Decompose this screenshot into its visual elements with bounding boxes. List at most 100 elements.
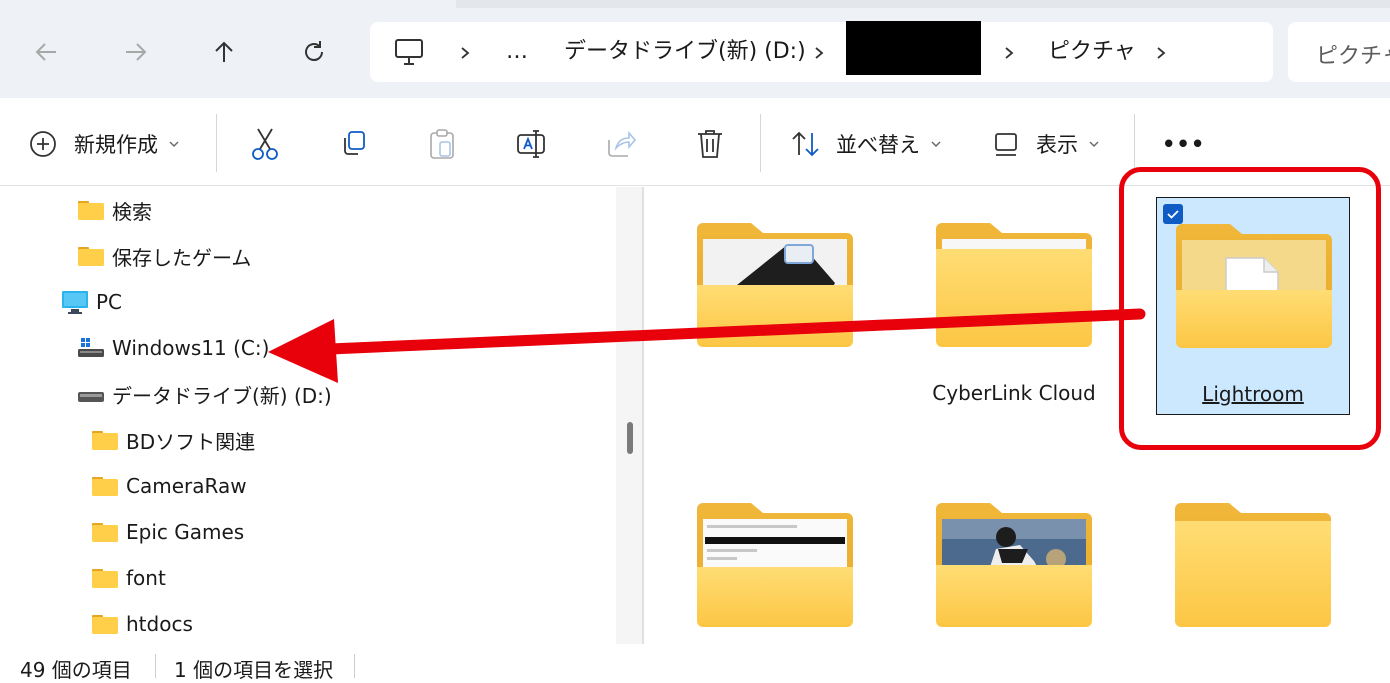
chevron-down-icon bbox=[931, 141, 941, 147]
nav-item-htdocs[interactable]: htdocs bbox=[92, 609, 193, 639]
share-icon bbox=[608, 130, 636, 157]
clipboard-icon bbox=[430, 129, 454, 159]
windows-drive-icon bbox=[78, 338, 104, 357]
nav-item-saved-games[interactable]: 保存したゲーム bbox=[78, 241, 251, 271]
rename-button[interactable] bbox=[516, 124, 548, 164]
breadcrumb-overflow[interactable]: … bbox=[506, 38, 528, 66]
chevron-right-icon bbox=[815, 47, 824, 59]
folder-icon bbox=[936, 223, 1092, 347]
chevron-right-icon bbox=[1157, 47, 1166, 59]
nav-item-cameraraw[interactable]: CameraRaw bbox=[92, 471, 247, 501]
nav-item-label: Epic Games bbox=[126, 520, 245, 544]
folder-tile[interactable]: CyberLink Cloud bbox=[917, 197, 1111, 415]
divider bbox=[216, 114, 217, 172]
nav-item-search[interactable]: 検索 bbox=[78, 195, 152, 225]
nav-item-drive-c[interactable]: Windows11 (C:) bbox=[78, 333, 269, 363]
rename-icon bbox=[517, 130, 545, 158]
folder-tile[interactable] bbox=[1156, 477, 1350, 644]
folder-icon bbox=[92, 431, 118, 450]
arrow-up-icon bbox=[215, 41, 233, 62]
nav-item-label: 保存したゲーム bbox=[112, 245, 252, 270]
chevron-down-icon bbox=[1089, 141, 1099, 147]
chevron-right-icon bbox=[461, 47, 470, 59]
folder-icon bbox=[697, 503, 853, 627]
nav-scrollbar[interactable] bbox=[616, 187, 642, 644]
chevron-down-icon bbox=[169, 141, 179, 147]
folder-icon bbox=[936, 503, 1092, 627]
view-icon bbox=[995, 133, 1017, 156]
item-count: 49 個の項目 bbox=[20, 658, 132, 682]
sort-icon bbox=[792, 131, 819, 157]
view-label: 表示 bbox=[1036, 133, 1078, 157]
breadcrumb-pictures[interactable]: ピクチャ bbox=[1048, 38, 1136, 66]
scissors-icon bbox=[252, 128, 278, 160]
folder-icon bbox=[1175, 503, 1331, 627]
sort-button[interactable]: 並べ替え bbox=[790, 124, 942, 164]
up-button[interactable] bbox=[200, 26, 248, 78]
monitor-icon bbox=[395, 39, 423, 65]
search-input[interactable]: ピクチャ bbox=[1288, 22, 1390, 82]
drive-icon bbox=[78, 392, 104, 402]
folder-tile[interactable] bbox=[678, 477, 872, 644]
refresh-icon bbox=[305, 41, 323, 61]
nav-item-label: Windows11 (C:) bbox=[112, 336, 270, 360]
copy-icon bbox=[344, 131, 365, 155]
divider bbox=[354, 654, 355, 678]
nav-item-label: データドライブ(新) (D:) bbox=[112, 383, 332, 408]
nav-item-label: CameraRaw bbox=[126, 474, 247, 498]
pc-icon bbox=[62, 291, 88, 314]
new-button[interactable]: 新規作成 bbox=[28, 124, 180, 164]
trash-icon bbox=[698, 130, 722, 158]
more-label: ••• bbox=[1162, 132, 1206, 156]
nav-item-bd-software[interactable]: BDソフト関連 bbox=[92, 425, 255, 455]
selection-count: 1 個の項目を選択 bbox=[174, 658, 334, 682]
paste-button[interactable] bbox=[428, 124, 456, 164]
delete-button[interactable] bbox=[696, 124, 724, 164]
nav-scrollbar-thumb[interactable] bbox=[627, 422, 633, 454]
forward-button[interactable] bbox=[112, 26, 160, 78]
new-label: 新規作成 bbox=[74, 133, 158, 157]
breadcrumb[interactable]: … データドライブ(新) (D:) ピクチャ bbox=[370, 22, 1273, 82]
plus-circle-icon bbox=[30, 131, 56, 157]
nav-item-drive-d[interactable]: データドライブ(新) (D:) bbox=[78, 379, 332, 409]
chevron-right-icon bbox=[1005, 47, 1014, 59]
search-placeholder: ピクチャ bbox=[1316, 44, 1390, 69]
address-bar: … データドライブ(新) (D:) ピクチャ ピクチャ bbox=[0, 0, 1390, 98]
divider bbox=[155, 654, 156, 678]
folder-tile[interactable] bbox=[917, 477, 1111, 644]
nav-item-label: 検索 bbox=[112, 199, 152, 224]
folder-icon bbox=[92, 615, 118, 634]
cut-button[interactable] bbox=[250, 124, 280, 164]
breadcrumb-drive-d[interactable]: データドライブ(新) (D:) bbox=[564, 38, 806, 66]
redacted-breadcrumb bbox=[846, 21, 981, 75]
nav-item-label: PC bbox=[96, 290, 123, 314]
copy-button[interactable] bbox=[340, 124, 368, 164]
nav-item-label: BDソフト関連 bbox=[126, 429, 256, 454]
nav-item-font[interactable]: font bbox=[92, 563, 166, 593]
divider bbox=[1134, 114, 1135, 172]
folder-icon bbox=[92, 523, 118, 542]
title-strip bbox=[456, 0, 1390, 8]
back-button[interactable] bbox=[22, 26, 70, 78]
arrow-right-icon bbox=[126, 43, 147, 61]
folder-icon bbox=[92, 569, 118, 588]
sort-label: 並べ替え bbox=[836, 133, 920, 157]
nav-item-label: htdocs bbox=[126, 612, 193, 636]
view-button[interactable]: 表示 bbox=[994, 124, 1100, 164]
share-button[interactable] bbox=[606, 124, 636, 164]
divider bbox=[760, 114, 761, 172]
folder-icon bbox=[78, 201, 104, 220]
folder-icon bbox=[697, 223, 853, 347]
arrow-left-icon bbox=[35, 43, 56, 61]
navigation-pane: 検索 保存したゲーム PC Windows11 (C:) データドライブ(新) … bbox=[0, 187, 616, 644]
more-options-button[interactable]: ••• bbox=[1162, 124, 1205, 164]
refresh-button[interactable] bbox=[290, 26, 338, 78]
nav-item-label: font bbox=[126, 566, 166, 590]
annotation-highlight-box bbox=[1119, 167, 1381, 450]
folder-name: CyberLink Cloud bbox=[932, 381, 1096, 405]
nav-item-epic-games[interactable]: Epic Games bbox=[92, 517, 244, 547]
nav-item-pc[interactable]: PC bbox=[62, 287, 122, 317]
status-bar: 49 個の項目 1 個の項目を選択 bbox=[0, 644, 1390, 682]
folder-icon bbox=[78, 247, 104, 266]
folder-tile[interactable] bbox=[678, 197, 872, 415]
